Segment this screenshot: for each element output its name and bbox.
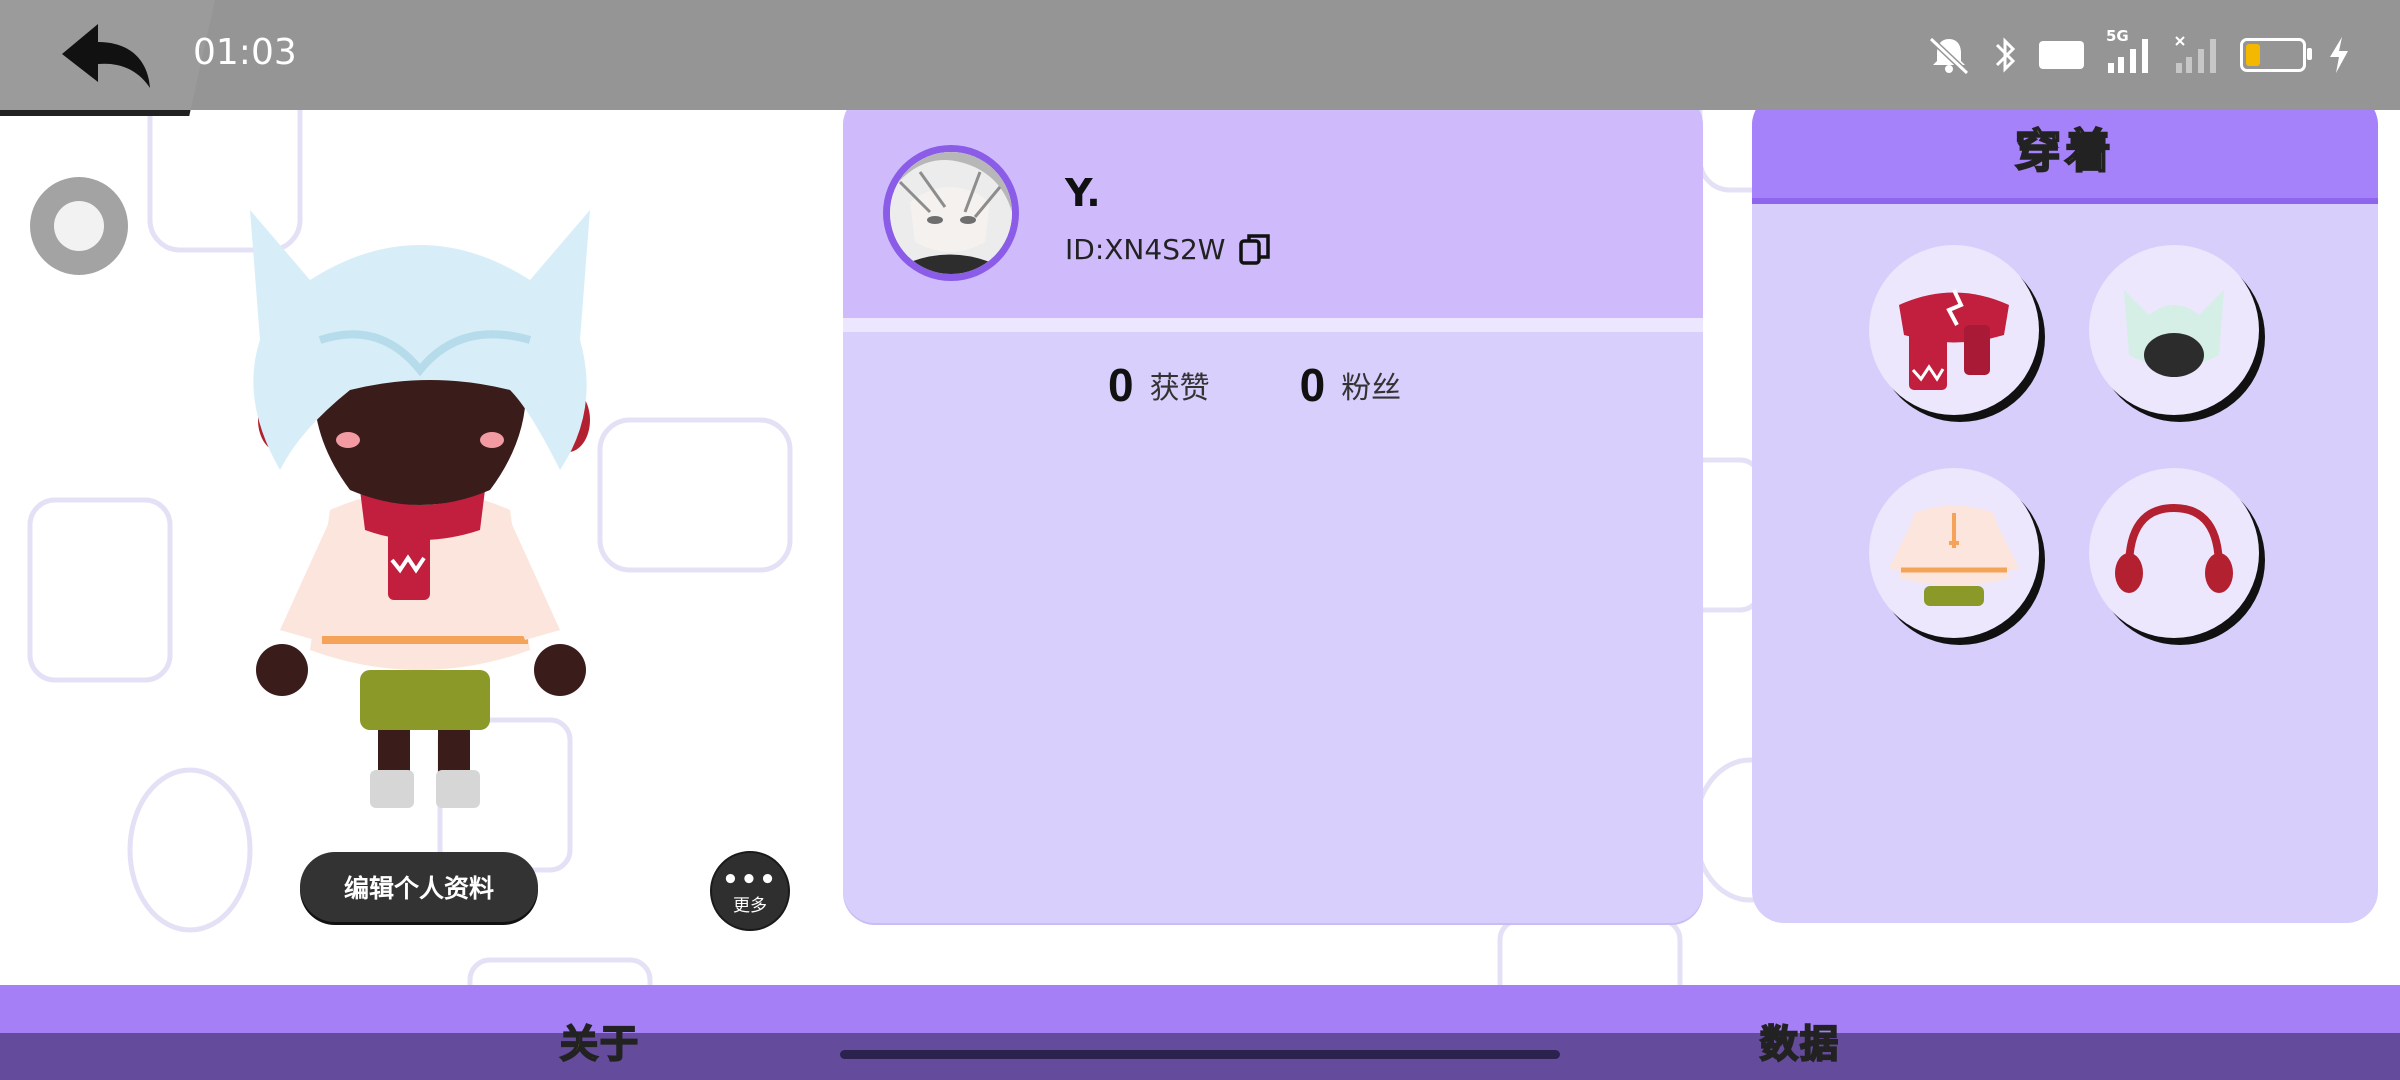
charging-icon: [2328, 35, 2350, 75]
copy-icon[interactable]: [1237, 231, 1273, 267]
wear-item-hair[interactable]: [2089, 245, 2259, 415]
more-label: 更多: [733, 896, 767, 916]
scarf-icon: [1899, 289, 2009, 390]
tab-about[interactable]: 关于: [559, 1013, 640, 1068]
hair-icon: [2124, 290, 2224, 377]
wearing-title: 穿着: [2014, 123, 2115, 179]
profile-name: Y.: [1065, 171, 1101, 215]
bottom-bar-top: [0, 985, 2400, 1033]
avatar-3d-character: [250, 210, 590, 808]
home-indicator[interactable]: [840, 1050, 1560, 1059]
likes-count: 0: [1108, 359, 1134, 411]
likes-label: 获赞: [1149, 371, 1210, 406]
profile-card: Y. ID:XN4S2W 0 获赞 0 粉丝: [843, 93, 1703, 923]
wear-item-scarf[interactable]: [1869, 245, 2039, 415]
edit-profile-button[interactable]: 编辑个人资料: [300, 852, 538, 922]
profile-id-row: ID:XN4S2W: [1065, 231, 1273, 267]
earmuffs-icon: [2115, 503, 2233, 593]
stat-likes[interactable]: 0 获赞: [1108, 358, 1210, 412]
back-arrow-icon[interactable]: [58, 20, 154, 92]
clock: 01:03: [193, 32, 297, 73]
mute-icon: [1927, 35, 1971, 75]
more-button[interactable]: ••• 更多: [710, 851, 790, 931]
more-dots-icon: •••: [722, 865, 778, 895]
bluetooth-icon: [1993, 35, 2017, 75]
battery-icon: [2240, 38, 2312, 72]
profile-avatar[interactable]: [883, 145, 1019, 281]
status-icons: HD 5G: [1927, 27, 2350, 80]
bottom-tab-bar: 关于 数据: [0, 985, 2400, 1080]
fans-count: 0: [1299, 359, 1326, 411]
signal-5g-icon: 5G: [2106, 27, 2152, 75]
wearing-panel: 穿着: [1752, 93, 2378, 923]
tab-data[interactable]: 数据: [1759, 1013, 1840, 1068]
sweater-icon: [1889, 505, 2019, 606]
profile-id: ID:XN4S2W: [1065, 232, 1226, 266]
hd-icon: HD: [2038, 41, 2084, 69]
status-bar: 01:03 HD 5G: [0, 0, 2400, 116]
signal-no-sim-icon: [2174, 35, 2218, 75]
stat-fans[interactable]: 0 粉丝: [1300, 358, 1402, 412]
fans-label: 粉丝: [1341, 371, 1402, 406]
wear-item-sweater[interactable]: [1869, 468, 2039, 638]
profile-avatar-image: [890, 152, 1012, 274]
record-button[interactable]: [30, 177, 128, 275]
stats-row: 0 获赞 0 粉丝: [1108, 358, 1401, 412]
profile-divider: [843, 318, 1703, 332]
wear-item-earmuffs[interactable]: [2089, 468, 2259, 638]
battery-level: [2246, 44, 2260, 66]
